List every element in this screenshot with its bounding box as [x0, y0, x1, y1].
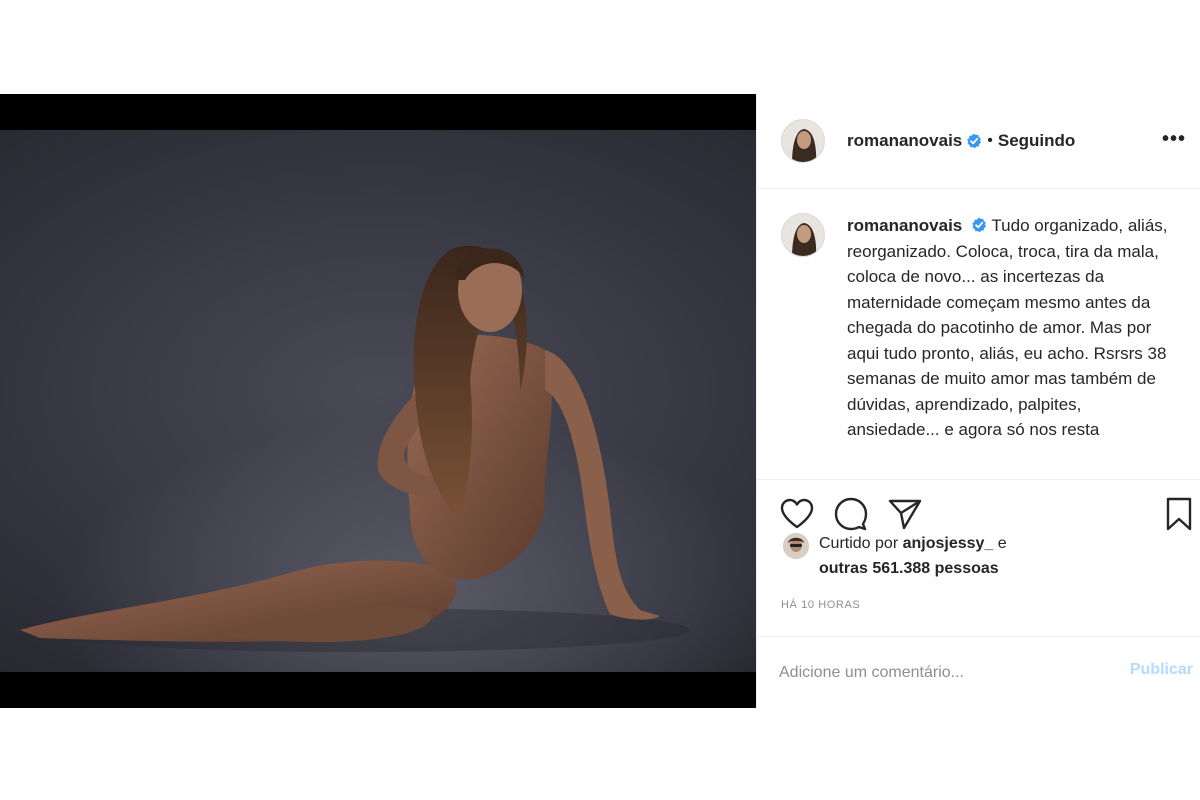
likes-summary: Curtido por anjosjessy_ e outras 561.388…: [757, 533, 1200, 593]
user-avatar[interactable]: [781, 119, 825, 163]
caption-text: romananovais Tudo organizado, aliás, reo…: [847, 213, 1176, 479]
liker-username[interactable]: anjosjessy_: [903, 535, 994, 552]
caption-body: Tudo organizado, aliás, reorganizado. Co…: [847, 216, 1168, 439]
post-photo[interactable]: [0, 130, 756, 672]
verified-badge-icon: [972, 217, 986, 233]
comment-input[interactable]: [779, 663, 1099, 682]
likes-line-1: Curtido por anjosjessy_ e: [819, 535, 1007, 553]
post-actions: [757, 479, 1200, 535]
caption-avatar[interactable]: [781, 213, 825, 257]
comment-bar: Publicar: [757, 636, 1200, 708]
following-button[interactable]: Seguindo: [998, 131, 1075, 151]
heart-icon[interactable]: [779, 496, 815, 532]
post-media: [0, 94, 756, 708]
post-timestamp[interactable]: HÁ 10 HORAS: [781, 599, 860, 611]
caption-username[interactable]: romananovais: [847, 216, 962, 235]
caption-section: romananovais Tudo organizado, aliás, reo…: [757, 189, 1200, 479]
more-options-icon[interactable]: •••: [1162, 128, 1186, 151]
likes-prefix: Curtido por: [819, 535, 899, 552]
paper-plane-icon[interactable]: [887, 496, 923, 532]
post-header: romananovais • Seguindo •••: [757, 94, 1200, 189]
verified-badge-icon: [967, 133, 982, 149]
liker-avatar[interactable]: [783, 533, 809, 559]
likes-conjunction: e: [997, 535, 1007, 552]
post-side-panel: romananovais • Seguindo ••• romananovais…: [756, 94, 1200, 708]
header-separator: •: [987, 132, 993, 149]
comment-bubble-icon[interactable]: [833, 496, 869, 532]
publish-button[interactable]: Publicar: [1130, 661, 1193, 679]
likes-count[interactable]: outras 561.388 pessoas: [819, 560, 999, 578]
header-username[interactable]: romananovais: [847, 131, 962, 151]
bookmark-icon[interactable]: [1161, 496, 1197, 532]
